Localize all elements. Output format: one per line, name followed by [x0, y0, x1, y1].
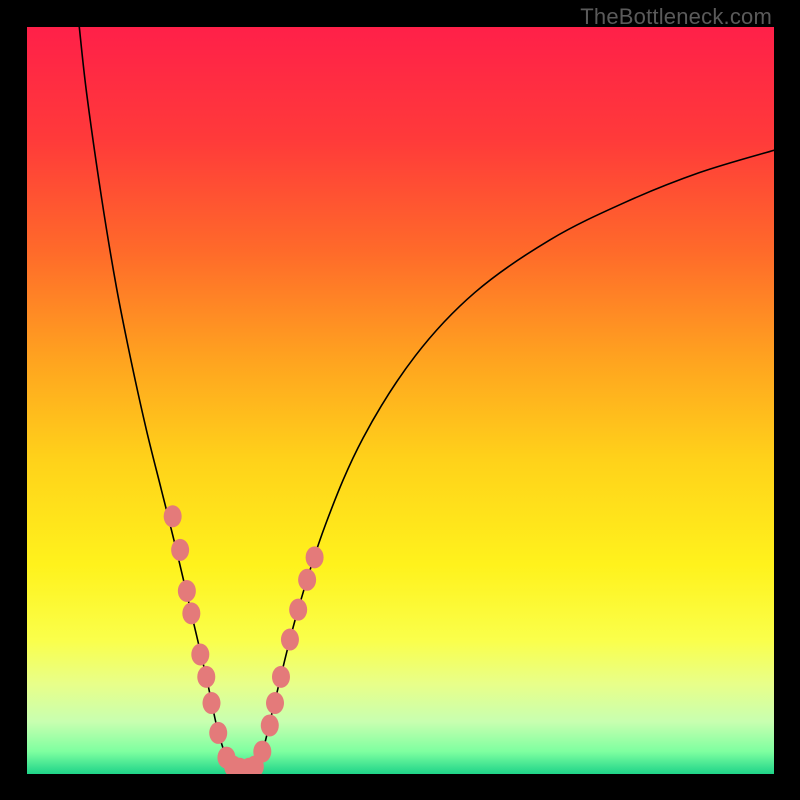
- chart-curves: [27, 27, 774, 774]
- data-point: [306, 546, 324, 568]
- data-point: [191, 643, 209, 665]
- data-point: [281, 629, 299, 651]
- data-point: [253, 741, 271, 763]
- data-point: [298, 569, 316, 591]
- left-curve: [79, 27, 236, 770]
- data-point: [209, 722, 227, 744]
- data-point: [289, 599, 307, 621]
- data-point: [272, 666, 290, 688]
- data-point: [266, 692, 284, 714]
- scatter-points: [164, 505, 324, 774]
- data-point: [197, 666, 215, 688]
- chart-frame: [27, 27, 774, 774]
- data-point: [171, 539, 189, 561]
- data-point: [178, 580, 196, 602]
- right-curve: [251, 150, 774, 770]
- data-point: [164, 505, 182, 527]
- data-point: [203, 692, 221, 714]
- data-point: [182, 602, 200, 624]
- data-point: [261, 714, 279, 736]
